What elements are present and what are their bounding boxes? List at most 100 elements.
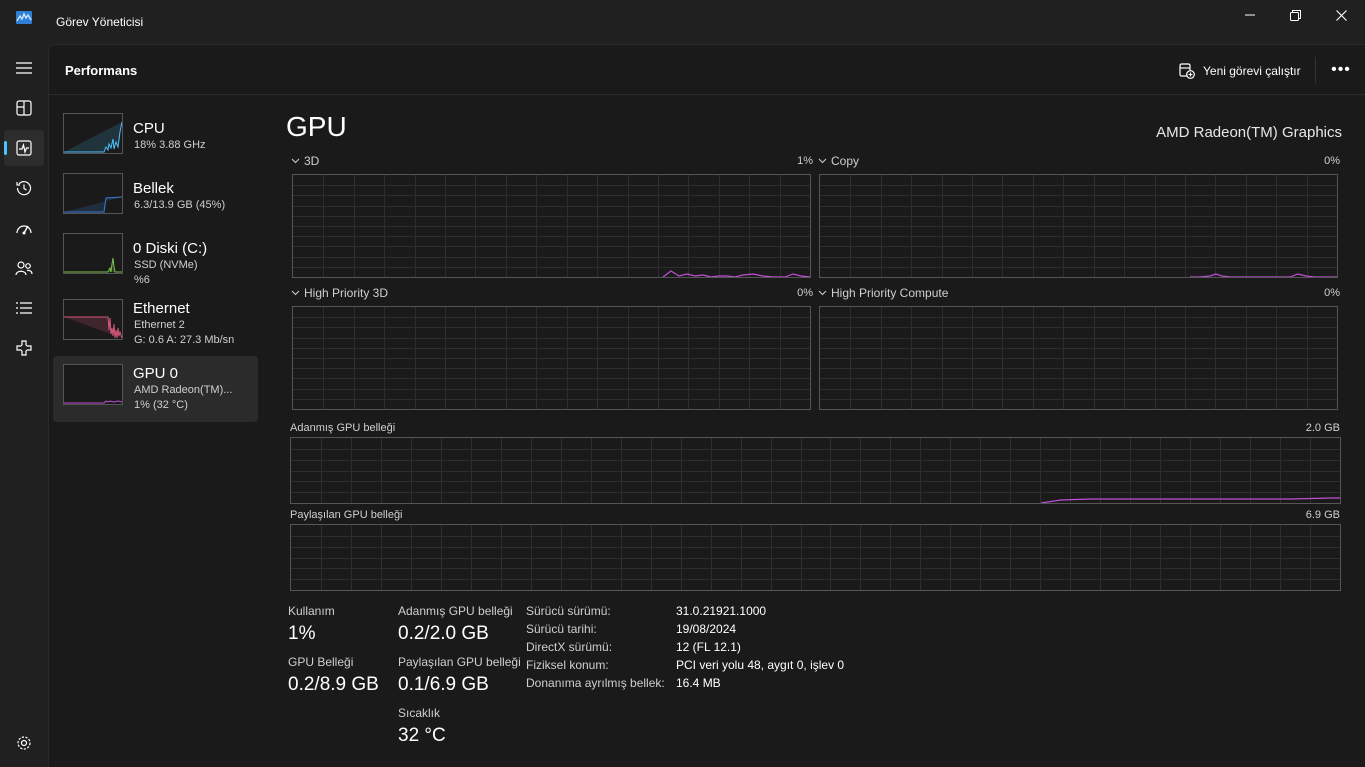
driver-version-label: Sürücü sürümü: <box>526 604 611 618</box>
engine-selector-3d[interactable]: 3D <box>291 154 319 168</box>
graph-grid <box>293 307 810 409</box>
minimize-button[interactable] <box>1227 0 1273 30</box>
usage-label: Kullanım <box>288 604 335 618</box>
startup-apps-icon <box>16 225 32 235</box>
device-name: GPU 0 <box>133 365 179 382</box>
more-options-button[interactable]: ••• <box>1327 57 1355 83</box>
dedicated-memory-stat-value: 0.2/2.0 GB <box>398 623 489 644</box>
app-history-icon <box>16 181 32 196</box>
hamburger-icon <box>16 62 32 74</box>
hardware-reserved-memory-label: Donanıma ayrılmış bellek: <box>526 676 665 690</box>
driver-date-value: 19/08/2024 <box>676 622 737 636</box>
dedicated-memory-stat-label: Adanmış GPU belleği <box>398 604 513 618</box>
engine-graph-high-priority-compute <box>819 306 1338 410</box>
temperature-value: 32 °C <box>398 725 446 746</box>
driver-version-value: 31.0.21921.1000 <box>676 604 767 618</box>
device-thumbnail-gpu <box>63 364 123 405</box>
task-manager-app-icon <box>16 11 32 24</box>
usage-trace <box>1190 273 1337 277</box>
nav-users[interactable] <box>4 250 44 286</box>
device-thumbnail-memory <box>63 173 123 214</box>
device-name: Bellek <box>133 180 174 197</box>
shared-memory-max: 6.9 GB <box>1305 509 1340 521</box>
chevron-down-icon <box>818 158 827 164</box>
device-detail-2: 1% (32 °C) <box>134 399 188 411</box>
device-item-ethernet[interactable]: Ethernet Ethernet 2 G: 0.6 A: 27.3 Mb/sn <box>53 291 258 355</box>
nav-startup-apps[interactable] <box>4 210 44 246</box>
engine-percent: 0% <box>1324 155 1340 167</box>
physical-location-label: Fiziksel konum: <box>526 658 609 672</box>
nav-performance[interactable] <box>4 130 44 166</box>
device-thumbnail-disk <box>63 233 123 274</box>
shared-memory-graph <box>290 524 1341 591</box>
engine-label: Copy <box>831 154 860 168</box>
device-detail: Ethernet 2 <box>134 319 185 331</box>
device-thumbnail-cpu <box>63 113 123 154</box>
chevron-down-icon <box>291 158 300 164</box>
title-bar: Görev Yöneticisi <box>0 0 1365 44</box>
device-item-cpu[interactable]: CPU 18% 3.88 GHz <box>53 111 258 175</box>
chevron-down-icon <box>291 290 300 296</box>
device-detail-2: G: 0.6 A: 27.3 Mb/sn <box>134 334 235 346</box>
restore-icon <box>1289 9 1301 21</box>
gpu-memory-value: 0.2/8.9 GB <box>288 674 379 695</box>
restore-button[interactable] <box>1272 0 1318 30</box>
chevron-down-icon <box>818 290 827 296</box>
run-new-task-label: Yeni görevi çalıştır <box>1203 64 1301 78</box>
device-detail: 18% 3.88 GHz <box>134 139 206 151</box>
temperature-label: Sıcaklık <box>398 706 441 720</box>
graph-grid <box>291 525 1340 590</box>
navigation-rail <box>0 44 48 767</box>
engine-graph-copy <box>819 174 1338 278</box>
close-button[interactable] <box>1318 0 1364 30</box>
device-detail: SSD (NVMe) <box>134 259 198 271</box>
nav-details[interactable] <box>4 290 44 326</box>
dedicated-memory-max: 2.0 GB <box>1305 422 1340 434</box>
device-thumbnail-ethernet <box>63 299 123 340</box>
driver-date-label: Sürücü tarihi: <box>526 622 597 636</box>
page-header: Performans Yeni görevi çalıştır ••• <box>49 45 1365 95</box>
device-detail-2: %6 <box>134 274 150 286</box>
engine-graph-high-priority-3d <box>292 306 811 410</box>
more-options-icon: ••• <box>1331 61 1351 78</box>
details-icon <box>16 302 32 314</box>
shared-memory-label: Paylaşılan GPU belleği <box>290 509 403 521</box>
engine-selector-high-priority-compute[interactable]: High Priority Compute <box>818 286 948 300</box>
engine-percent: 1% <box>797 155 813 167</box>
engine-label: High Priority 3D <box>304 286 389 300</box>
usage-value: 1% <box>288 623 316 644</box>
hardware-reserved-memory-value: 16.4 MB <box>676 676 721 690</box>
graph-grid <box>291 438 1340 503</box>
graph-grid <box>293 175 810 277</box>
nav-menu-button[interactable] <box>4 50 44 86</box>
nav-processes[interactable] <box>4 90 44 126</box>
close-icon <box>1335 9 1347 21</box>
main-content: Performans Yeni görevi çalıştır ••• CPU … <box>48 44 1365 767</box>
run-new-task-button[interactable]: Yeni görevi çalıştır <box>1179 61 1301 81</box>
graph-grid <box>820 307 1337 409</box>
usage-trace <box>662 270 810 277</box>
page-title: Performans <box>65 63 138 78</box>
nav-services[interactable] <box>4 330 44 366</box>
window-title: Görev Yöneticisi <box>56 15 144 29</box>
engine-selector-high-priority-3d[interactable]: High Priority 3D <box>291 286 388 300</box>
engine-label: High Priority Compute <box>831 286 949 300</box>
services-icon <box>16 340 32 356</box>
performance-icon <box>16 140 32 156</box>
engine-selector-copy[interactable]: Copy <box>818 154 859 168</box>
users-icon <box>15 261 33 276</box>
nav-settings[interactable] <box>4 725 44 761</box>
device-item-disk[interactable]: 0 Diski (C:) SSD (NVMe) %6 <box>53 231 258 295</box>
settings-icon <box>17 736 31 750</box>
engine-label: 3D <box>304 154 320 168</box>
device-name: 0 Diski (C:) <box>133 240 208 257</box>
device-item-gpu[interactable]: GPU 0 AMD Radeon(TM)... 1% (32 °C) <box>53 356 258 422</box>
device-name: Ethernet <box>133 300 190 317</box>
nav-app-history[interactable] <box>4 170 44 206</box>
device-item-memory[interactable]: Bellek 6.3/13.9 GB (45%) <box>53 171 258 235</box>
directx-version-value: 12 (FL 12.1) <box>676 640 741 654</box>
device-detail: 6.3/13.9 GB (45%) <box>134 199 226 211</box>
directx-version-label: DirectX sürümü: <box>526 640 613 654</box>
physical-location-value: PCI veri yolu 48, aygıt 0, işlev 0 <box>676 658 845 672</box>
dedicated-memory-graph <box>290 437 1341 504</box>
